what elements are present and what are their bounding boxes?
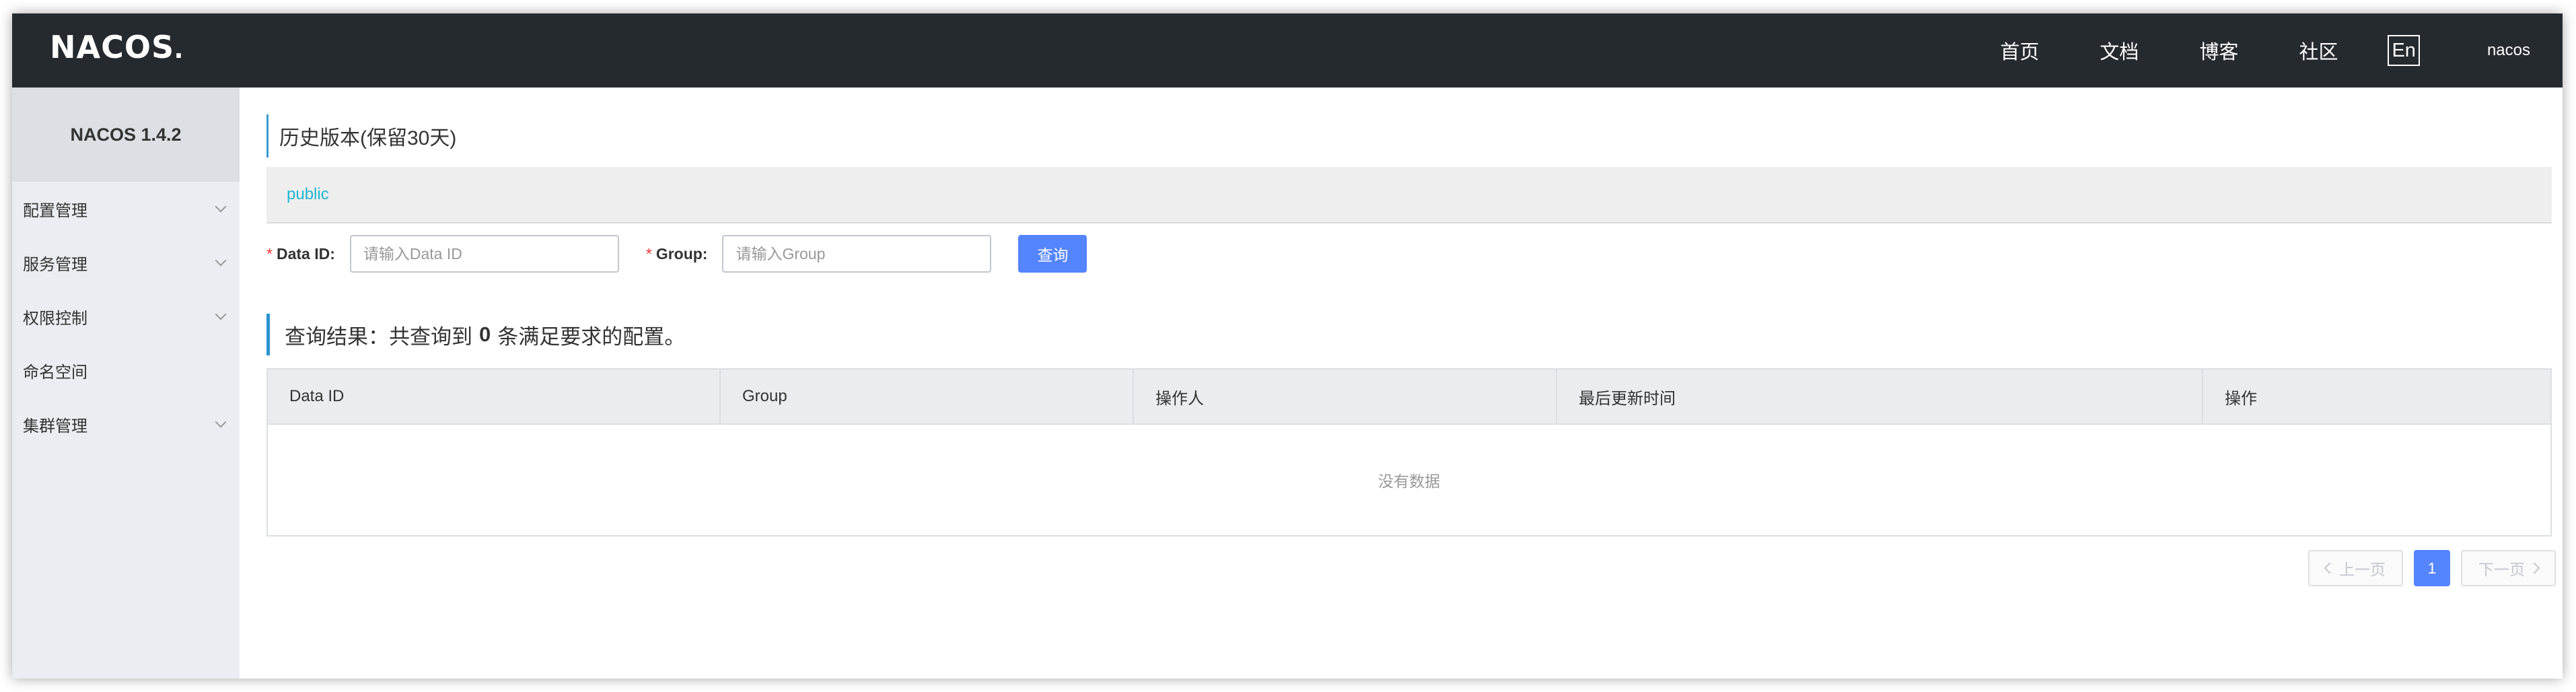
chevron-down-icon [215, 308, 227, 320]
app-window: NACOS. 首页 文档 博客 社区 En nacos NACOS 1.4.2 … [12, 13, 2563, 679]
group-input[interactable] [722, 235, 992, 273]
page-title: 历史版本(保留30天) [266, 114, 456, 158]
sidebar-version-title: NACOS 1.4.2 [12, 88, 240, 182]
namespace-bar: public [266, 167, 2552, 223]
pagination: 上一页 1 下一页 [2308, 550, 2556, 586]
prev-page-label: 上一页 [2339, 561, 2386, 578]
result-summary: 查询结果：共查询到 0 条满足要求的配置。 [266, 314, 685, 355]
sidebar-item-label: 配置管理 [23, 201, 87, 220]
sidebar-item-service-management[interactable]: 服务管理 [12, 236, 240, 289]
result-prefix: 查询结果：共查询到 [285, 324, 472, 349]
sidebar-item-label: 服务管理 [23, 255, 87, 274]
column-header-last-update-time: 最后更新时间 [1557, 370, 2203, 423]
chevron-right-icon [2528, 562, 2540, 574]
column-header-actions: 操作 [2225, 389, 2257, 408]
nav-community-link[interactable]: 社区 [2299, 36, 2338, 65]
data-id-input[interactable] [349, 235, 619, 273]
sidebar-item-config-management[interactable]: 配置管理 [12, 182, 240, 236]
column-header-operator: 操作人 [1134, 370, 1557, 423]
chevron-down-icon [215, 416, 227, 428]
history-table: Data ID Group 操作人 最后更新时间 操作 没有数据 [266, 368, 2552, 537]
result-count: 0 [479, 322, 491, 346]
table-header: Data ID Group 操作人 最后更新时间 操作 [268, 370, 2550, 425]
sidebar: NACOS 1.4.2 配置管理 服务管理 权限控制 命名空间 集群管理 [12, 88, 240, 679]
sidebar-item-label: 集群管理 [23, 417, 87, 436]
chevron-down-icon [215, 254, 227, 267]
nav-home-link[interactable]: 首页 [2000, 36, 2039, 65]
chevron-down-icon [215, 201, 227, 213]
logo-text: NACOS [50, 29, 175, 65]
search-form: *Data ID: *Group: 查询 [266, 234, 1087, 273]
language-switch-button[interactable]: En [2388, 35, 2420, 66]
main-content: 历史版本(保留30天) public *Data ID: *Group: 查询 … [240, 88, 2563, 679]
data-id-label: * Data ID: [266, 245, 335, 263]
sidebar-item-label: 命名空间 [23, 363, 87, 382]
top-navbar: NACOS. 首页 文档 博客 社区 En nacos [12, 13, 2563, 88]
prev-page-button[interactable]: 上一页 [2308, 550, 2403, 586]
table-empty-text: 没有数据 [1378, 473, 1440, 490]
group-label-text: Group: [655, 244, 708, 263]
sidebar-item-label: 权限控制 [23, 309, 87, 328]
data-id-label-text: Data ID: [276, 244, 335, 263]
next-page-button[interactable]: 下一页 [2461, 550, 2556, 586]
sidebar-item-access-control[interactable]: 权限控制 [12, 289, 240, 343]
column-header-group: Group [721, 370, 1134, 423]
next-page-label: 下一页 [2478, 561, 2525, 578]
query-button[interactable]: 查询 [1018, 235, 1087, 273]
nacos-logo[interactable]: NACOS. [50, 27, 183, 67]
nav-docs-link[interactable]: 文档 [2100, 36, 2139, 65]
required-mark: * [266, 244, 273, 263]
page-number-current[interactable]: 1 [2414, 550, 2450, 586]
chevron-left-icon [2324, 562, 2336, 574]
user-name[interactable]: nacos [2487, 41, 2530, 60]
required-mark: * [645, 244, 652, 263]
result-suffix: 条满足要求的配置。 [497, 324, 686, 349]
sidebar-item-namespace[interactable]: 命名空间 [12, 343, 240, 397]
logo-dot: . [174, 30, 183, 65]
sidebar-item-cluster-management[interactable]: 集群管理 [12, 397, 240, 451]
group-label: * Group: [646, 245, 708, 263]
top-nav: 首页 文档 博客 社区 En nacos [1939, 13, 2530, 88]
column-header-data-id: Data ID [268, 370, 721, 423]
namespace-link-public[interactable]: public [287, 185, 329, 204]
nav-blog-link[interactable]: 博客 [2199, 36, 2238, 65]
